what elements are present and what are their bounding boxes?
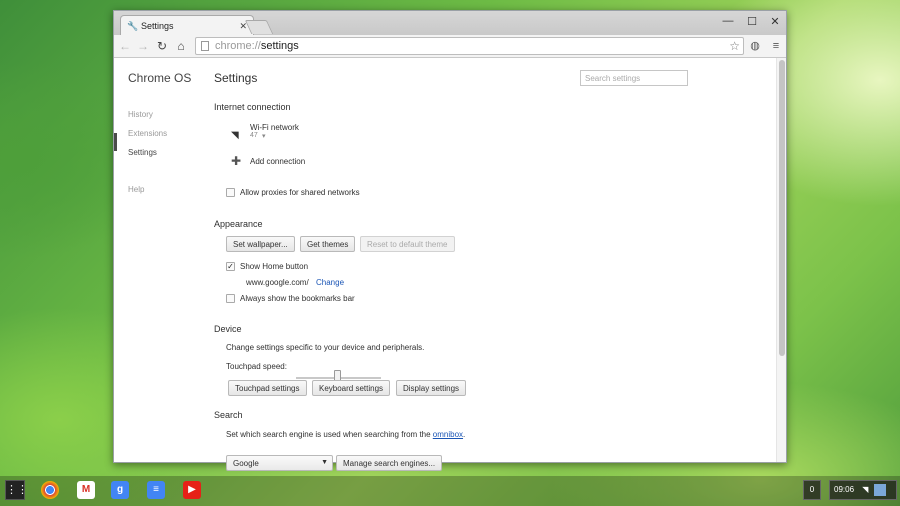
minimize-button[interactable]: — bbox=[720, 15, 736, 27]
tab-settings[interactable]: 🔧 Settings ✕ bbox=[120, 15, 254, 36]
touchpad-settings-button[interactable]: Touchpad settings bbox=[228, 380, 307, 396]
toolbar: ← → ↻ ⌂ chrome:// settings ☆ ◍ ≡ bbox=[114, 35, 786, 58]
browser-window: 🔧 Settings ✕ — ☐ ✕ ← → ↻ ⌂ chrome:// set… bbox=[113, 10, 787, 471]
search-settings-input[interactable]: Search settings bbox=[580, 70, 688, 86]
url-host: settings bbox=[260, 40, 299, 52]
plus-icon: ✚ bbox=[231, 154, 242, 168]
chrome-icon[interactable] bbox=[41, 481, 59, 499]
bookmark-star-icon[interactable]: ☆ bbox=[729, 39, 740, 53]
display-settings-button[interactable]: Display settings bbox=[396, 380, 467, 396]
keyboard-settings-button[interactable]: Keyboard settings bbox=[312, 380, 391, 396]
search-engine-select[interactable]: Google ▼ bbox=[226, 455, 333, 471]
omnibox-link[interactable]: omnibox bbox=[433, 430, 463, 439]
home-url: www.google.com/ bbox=[246, 278, 309, 287]
title-bar: 🔧 Settings ✕ — ☐ ✕ bbox=[114, 11, 786, 36]
search-description-text: Set which search engine is used when sea… bbox=[226, 430, 433, 439]
search-heading: Search bbox=[214, 410, 243, 420]
brand-title: Chrome OS bbox=[128, 71, 192, 85]
omnibox[interactable]: chrome:// settings ☆ bbox=[195, 37, 744, 55]
select-caret-icon: ▼ bbox=[321, 459, 328, 466]
manage-search-engines-button[interactable]: Manage search engines... bbox=[336, 455, 443, 471]
reset-theme-button[interactable]: Reset to default theme bbox=[360, 236, 455, 252]
menu-icon[interactable]: ≡ bbox=[768, 38, 784, 54]
sidebar-item-help[interactable]: Help bbox=[128, 185, 144, 194]
set-wallpaper-button[interactable]: Set wallpaper... bbox=[226, 236, 295, 252]
extension-icon[interactable]: ◍ bbox=[747, 38, 763, 54]
device-description: Change settings specific to your device … bbox=[226, 343, 425, 352]
forward-icon[interactable]: → bbox=[135, 38, 151, 54]
shelf bbox=[0, 476, 900, 506]
home-icon[interactable]: ⌂ bbox=[173, 38, 189, 54]
device-heading: Device bbox=[214, 324, 242, 334]
status-tray[interactable]: 09:06 ◥ bbox=[829, 480, 897, 500]
search-engine-value: Google bbox=[233, 459, 259, 468]
wrench-icon: 🔧 bbox=[127, 20, 139, 31]
network-detail: 47 bbox=[250, 132, 258, 139]
get-themes-button[interactable]: Get themes bbox=[300, 236, 356, 252]
clock: 09:06 bbox=[834, 485, 855, 494]
close-window-button[interactable]: ✕ bbox=[767, 15, 783, 28]
touchpad-speed-label: Touchpad speed: bbox=[226, 362, 287, 371]
notification-count[interactable]: 0 bbox=[803, 480, 821, 500]
app-launcher-icon[interactable]: ⋮⋮ bbox=[5, 480, 28, 500]
allow-proxies-label: Allow proxies for shared networks bbox=[240, 188, 360, 197]
add-connection-button[interactable]: Add connection bbox=[250, 157, 305, 166]
docs-icon[interactable]: ≡ bbox=[147, 481, 165, 499]
bookmarks-bar-label: Always show the bookmarks bar bbox=[240, 294, 355, 303]
active-marker bbox=[114, 133, 117, 151]
scrollbar-thumb[interactable] bbox=[779, 60, 785, 356]
reload-icon[interactable]: ↻ bbox=[154, 38, 170, 54]
sidebar-item-extensions[interactable]: Extensions bbox=[128, 129, 167, 138]
show-home-checkbox[interactable]: ✓ bbox=[226, 262, 235, 271]
internet-heading: Internet connection bbox=[214, 102, 291, 112]
wifi-status-icon: ◥ bbox=[862, 485, 869, 494]
change-home-link[interactable]: Change bbox=[316, 278, 344, 287]
sidebar-item-history[interactable]: History bbox=[128, 110, 153, 119]
url-scheme: chrome:// bbox=[215, 40, 261, 52]
sidebar-item-settings[interactable]: Settings bbox=[128, 148, 157, 157]
settings-main: Settings Search settings Internet connec… bbox=[214, 58, 774, 471]
network-name[interactable]: Wi-Fi network bbox=[250, 123, 299, 132]
tab-title: Settings bbox=[141, 21, 174, 31]
wifi-icon: ◥ bbox=[231, 130, 239, 141]
allow-proxies-checkbox[interactable] bbox=[226, 188, 235, 197]
avatar bbox=[873, 483, 886, 496]
page-icon bbox=[201, 41, 209, 51]
youtube-icon[interactable]: ▶ bbox=[183, 481, 201, 499]
bookmarks-bar-checkbox[interactable] bbox=[226, 294, 235, 303]
appearance-heading: Appearance bbox=[214, 219, 263, 229]
gmail-icon[interactable]: M bbox=[77, 481, 95, 499]
back-icon[interactable]: ← bbox=[117, 38, 133, 54]
search-description-end: . bbox=[463, 430, 466, 439]
sidebar: Chrome OS History Extensions Settings He… bbox=[114, 58, 204, 462]
network-dropdown-icon[interactable]: ▾ bbox=[262, 132, 266, 140]
maximize-button[interactable]: ☐ bbox=[744, 15, 760, 28]
page-title: Settings bbox=[214, 71, 258, 85]
google-search-icon[interactable]: g bbox=[111, 481, 129, 499]
show-home-label: Show Home button bbox=[240, 262, 309, 271]
search-description: Set which search engine is used when sea… bbox=[226, 430, 465, 439]
scrollbar[interactable] bbox=[776, 58, 786, 462]
